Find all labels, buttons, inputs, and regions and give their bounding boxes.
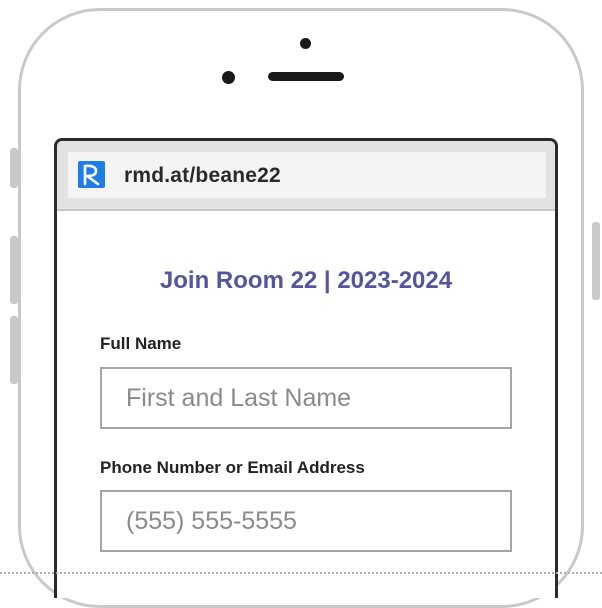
contact-label: Phone Number or Email Address	[100, 458, 365, 477]
phone-mute-switch	[10, 148, 18, 188]
proximity-sensor-icon	[222, 71, 235, 84]
front-camera-icon	[300, 38, 311, 49]
remind-logo-icon	[78, 161, 105, 188]
phone-volume-up-button	[10, 236, 18, 304]
page-title: Join Room 22 | 2023-2024	[159, 267, 453, 294]
crop-divider	[0, 572, 602, 574]
earpiece-speaker-icon	[268, 72, 344, 81]
full-name-label: Full Name	[100, 334, 182, 353]
phone-power-button	[592, 222, 600, 300]
phone-screen: rmd.at/beane22 Join Room 22 | 2023-2024 …	[54, 138, 558, 598]
phone-or-email-input[interactable]	[100, 490, 512, 552]
phone-volume-down-button	[10, 316, 18, 384]
full-name-input[interactable]	[100, 367, 512, 429]
url-text: rmd.at/beane22	[124, 164, 281, 187]
browser-url-bar: rmd.at/beane22	[57, 141, 555, 211]
url-field[interactable]: rmd.at/beane22	[68, 152, 546, 198]
